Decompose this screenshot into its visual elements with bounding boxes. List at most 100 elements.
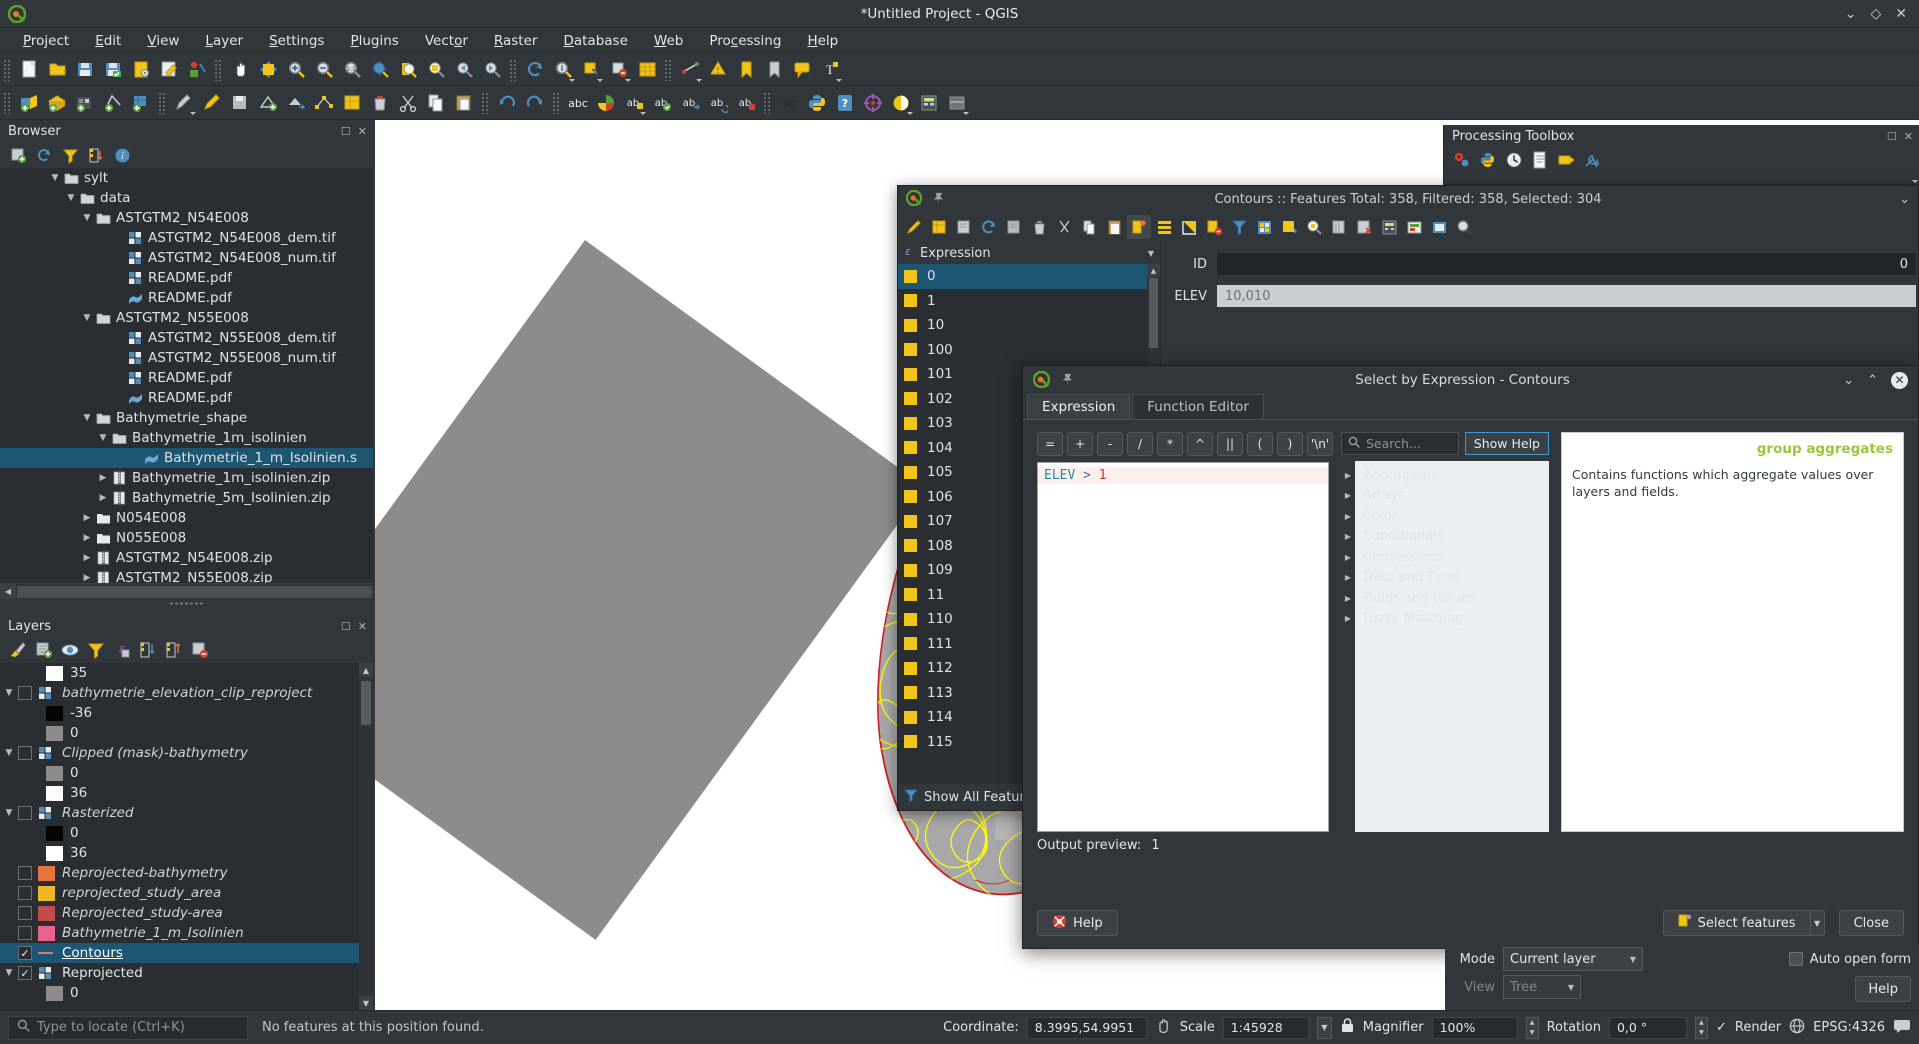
zoom-out-icon[interactable] [311,57,337,83]
show-bookmarks-icon[interactable] [761,57,787,83]
toggle-editing-icon[interactable] [902,215,926,239]
delete-selected-icon[interactable] [367,90,393,116]
diagram-properties-icon[interactable] [593,90,619,116]
add-group-icon[interactable] [32,639,56,661]
menu-item-vector[interactable]: Vector [412,30,481,52]
select-features-button[interactable]: Select features [1663,910,1811,936]
browser-tree-item[interactable]: ▼Bathymetrie_shape [0,408,373,428]
magnifier-value[interactable]: 100% [1432,1017,1518,1039]
save-edits-icon[interactable] [927,215,951,239]
filter-icon[interactable] [58,144,82,166]
save-project-as-icon[interactable] [100,57,126,83]
menu-item-help[interactable]: Help [794,30,851,52]
function-group-arrow[interactable]: ▶ [1341,527,1355,548]
layout-manager-icon[interactable] [156,57,182,83]
tree-expand-arrow[interactable]: ▶ [80,513,94,523]
tree-expand-arrow[interactable]: ▼ [64,193,78,203]
function-group-item[interactable]: Conversions [1355,547,1549,568]
browser-tree-item[interactable]: ▼ASTGTM2_N54E008 [0,208,373,228]
menu-item-web[interactable]: Web [641,30,696,52]
deselect-all-icon[interactable] [1202,215,1226,239]
label-pin-icon[interactable]: ab [621,90,647,116]
browser-tree-item[interactable]: ▶N054E008 [0,508,373,528]
close-panel-icon[interactable]: ✕ [358,620,367,633]
locator-input[interactable]: Type to locate (Ctrl+K) [8,1016,248,1040]
layer-expand-arrow[interactable]: ▼ [0,808,18,818]
layer-expand-arrow[interactable]: ▼ [0,748,18,758]
field-value-id[interactable]: 0 [1217,253,1916,275]
select-features-icon[interactable] [578,57,604,83]
close-icon[interactable]: ✕ [1895,7,1907,21]
help-contents-icon[interactable]: ? [832,90,858,116]
maximize-icon[interactable]: ◇ [1870,7,1881,21]
add-layer-icon[interactable] [6,144,30,166]
georeferencer-icon[interactable] [860,90,886,116]
copy-features-icon[interactable] [1077,215,1101,239]
minimize-icon[interactable]: ⌄ [1843,373,1854,388]
tree-expand-arrow[interactable]: ▼ [48,173,62,183]
function-tree[interactable]: ▶▶▶▶▶▶▶▶ AggregatesArraysColorConditiona… [1341,461,1549,832]
zoom-to-selection-icon[interactable] [423,57,449,83]
form-view-icon[interactable] [1452,215,1476,239]
menu-item-project[interactable]: Project [10,30,82,52]
manage-visibility-icon[interactable] [58,639,82,661]
browser-tree-item[interactable]: ASTGTM2_N54E008_dem.tif [0,228,373,248]
zoom-last-icon[interactable] [451,57,477,83]
tree-expand-arrow[interactable]: ▼ [80,313,94,323]
operator-button[interactable]: '\n' [1307,432,1333,456]
tab-function-editor[interactable]: Function Editor [1132,394,1264,419]
rotation-value[interactable]: 0,0 ° [1609,1017,1687,1039]
paste-features-icon[interactable] [451,90,477,116]
pan-to-selection-icon[interactable] [255,57,281,83]
browser-tree-item[interactable]: README.pdf [0,388,373,408]
tree-expand-arrow[interactable]: ▼ [96,433,110,443]
layers-vertical-scrollbar[interactable]: ▲ ▼ [359,663,373,1010]
close-button[interactable]: Close [1839,910,1904,936]
form-help-button[interactable]: Help [1855,976,1911,1002]
open-project-icon[interactable] [44,57,70,83]
function-group-arrow[interactable]: ▶ [1341,568,1355,589]
layer-visibility-checkbox[interactable] [18,926,32,940]
coordinate-value[interactable]: 8.3995,54.9951 [1027,1017,1147,1039]
rotation-stepper[interactable]: ▲▼ [1695,1017,1708,1039]
crs-label[interactable]: EPSG:4326 [1813,1020,1885,1035]
browser-horizontal-scrollbar[interactable]: ◀ [0,583,373,599]
reload-table-icon[interactable] [952,215,976,239]
browser-tree-item[interactable]: ▶N055E008 [0,528,373,548]
magnifier-stepper[interactable]: ▲▼ [1526,1017,1539,1039]
menu-item-edit[interactable]: Edit [82,30,134,52]
vertex-tool-icon[interactable] [311,90,337,116]
operator-button[interactable]: = [1037,432,1063,456]
coordinate-capture-icon[interactable] [1155,1017,1172,1038]
layer-row[interactable]: reprojected_study_area [0,883,373,903]
menu-item-database[interactable]: Database [550,30,640,52]
add-feature-icon[interactable] [255,90,281,116]
layer-row[interactable]: ▼bathymetrie_elevation_clip_reproject [0,683,373,703]
scroll-down-icon[interactable]: ▼ [359,996,373,1010]
add-mesh-layer-icon[interactable] [100,90,126,116]
layer-row[interactable]: ▼✓Reprojected [0,963,373,983]
function-group-arrow[interactable]: ▶ [1341,506,1355,527]
operator-button[interactable]: / [1127,432,1153,456]
layers-tree[interactable]: 35▼bathymetrie_elevation_clip_reproject-… [0,663,373,1010]
new-annotation-icon[interactable] [789,57,815,83]
layer-legend-row[interactable]: 35 [0,663,373,683]
operator-button[interactable]: ( [1247,432,1273,456]
operator-button[interactable]: - [1097,432,1123,456]
scroll-up-icon[interactable]: ▲ [1147,264,1160,277]
browser-tree-item[interactable]: ▼ASTGTM2_N55E008 [0,308,373,328]
pin-icon[interactable] [1061,372,1074,389]
minimize-icon[interactable]: ⌄ [1845,7,1857,21]
browser-tree-item[interactable]: ▼data [0,188,373,208]
help-button[interactable]: Help [1037,910,1118,936]
browser-tree[interactable]: ▼sylt▼data▼ASTGTM2_N54E008ASTGTM2_N54E00… [0,168,373,583]
expression-value-row[interactable]: 0 [898,264,1160,289]
tree-expand-arrow[interactable]: ▶ [96,473,110,483]
expression-text-editor[interactable]: ELEV > 1 [1037,462,1329,832]
operator-button[interactable]: + [1067,432,1093,456]
delete-selected-icon[interactable] [1027,215,1051,239]
python-console-icon[interactable] [1476,149,1500,171]
expression-value-row[interactable]: 1 [898,289,1160,314]
layer-legend-row[interactable]: 0 [0,823,373,843]
layer-legend-row[interactable]: 0 [0,723,373,743]
